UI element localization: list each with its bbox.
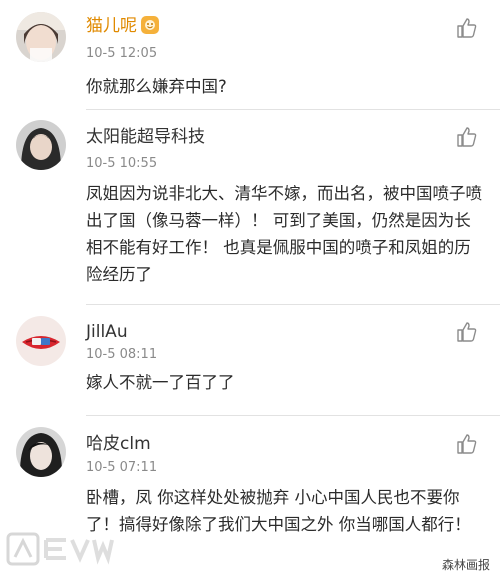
divider (86, 304, 500, 305)
divider (86, 415, 500, 416)
username-text[interactable]: 猫儿呢 (86, 16, 137, 36)
avatar[interactable] (16, 120, 66, 170)
username[interactable]: 太阳能超导科技 (86, 127, 205, 147)
comment-text: 嫁人不就一了百了了 (86, 373, 235, 392)
avatar[interactable] (16, 316, 66, 366)
username[interactable]: 哈皮clm (86, 434, 151, 454)
divider (86, 109, 500, 110)
comment-time: 10-5 07:11 (86, 460, 158, 475)
thumbs-up-icon[interactable] (456, 126, 478, 148)
username[interactable]: 猫儿呢 (86, 16, 159, 36)
username[interactable]: JillAu (86, 322, 128, 342)
watermark-text: 森林画报 (441, 558, 490, 572)
vip-badge-icon (141, 16, 159, 34)
watermark-logo (6, 524, 126, 572)
thumbs-up-icon[interactable] (456, 321, 478, 343)
avatar[interactable] (16, 427, 66, 477)
comment-time: 10-5 10:55 (86, 156, 158, 171)
comment-text: 卧槽，凤 你这样处处被抛弃 小心中国人民也不要你了！搞得好像除了我们大中国之外 … (86, 488, 471, 534)
comment-time: 10-5 08:11 (86, 347, 158, 362)
thumbs-up-icon[interactable] (456, 17, 478, 39)
comment-text: 你就那么嫌弃中国? (86, 77, 227, 96)
comment-time: 10-5 12:05 (86, 46, 158, 61)
thumbs-up-icon[interactable] (456, 433, 478, 455)
avatar[interactable] (16, 12, 66, 62)
comment-text: 凤姐因为说非北大、清华不嫁，而出名，被中国喷子喷出了国（像马蓉一样）！ 可到了美… (86, 184, 482, 284)
